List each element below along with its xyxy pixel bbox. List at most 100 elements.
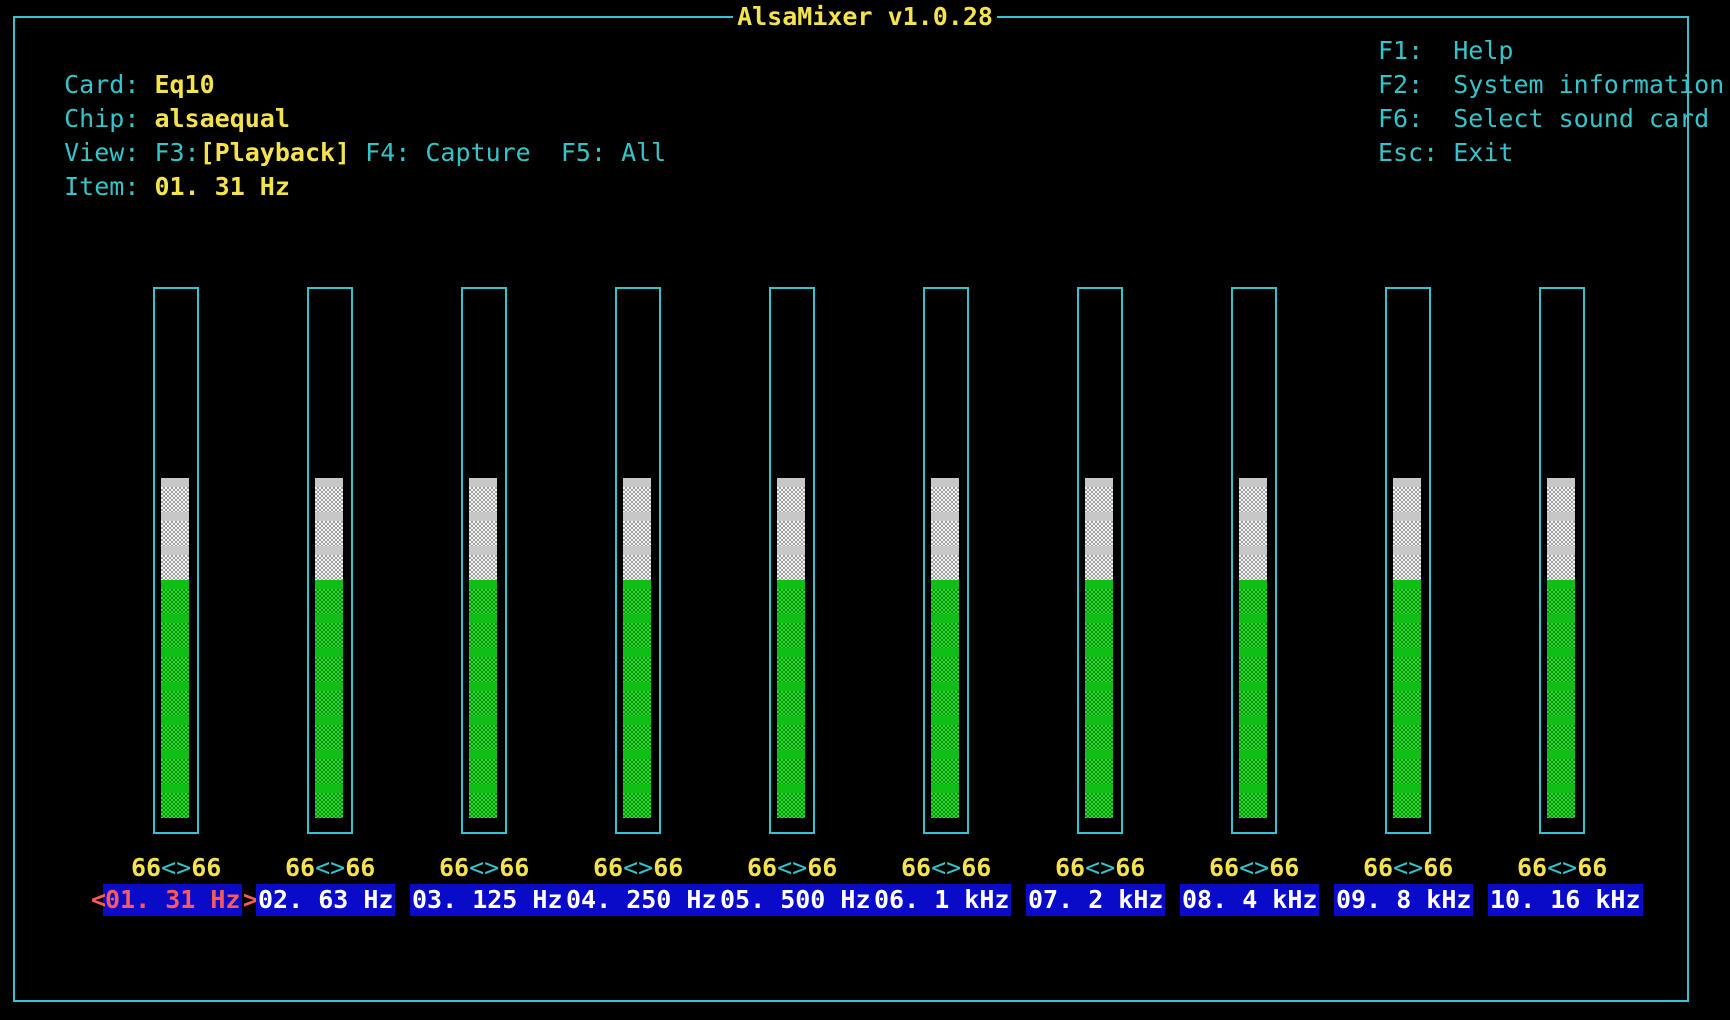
level-segment-green	[1393, 614, 1421, 648]
channel-separator: <>	[1239, 853, 1270, 882]
level-segment-green	[1547, 682, 1575, 716]
control-label[interactable]: 02. 63 Hz	[256, 884, 396, 916]
left-channel-value: 66	[285, 853, 316, 882]
level-segment-white	[1085, 478, 1113, 512]
level-bar	[1547, 478, 1575, 818]
level-segment-white	[1239, 512, 1267, 546]
level-segment-green	[469, 750, 497, 784]
level-bar	[1393, 478, 1421, 818]
view-capture-tab[interactable]: F4: Capture	[365, 138, 531, 167]
level-segment-green	[931, 750, 959, 784]
level-segment-white	[931, 478, 959, 512]
level-bar	[777, 478, 805, 818]
volume-slider[interactable]	[615, 287, 661, 834]
level-segment-white	[777, 512, 805, 546]
control-label[interactable]: 04. 250 Hz	[564, 884, 719, 916]
level-segment-green	[931, 580, 959, 614]
level-segment-white	[1393, 512, 1421, 546]
volume-slider[interactable]	[461, 287, 507, 834]
level-segment-green	[469, 784, 497, 818]
volume-slider[interactable]	[307, 287, 353, 834]
level-segment-green	[1239, 716, 1267, 750]
level-segment-green	[931, 716, 959, 750]
help-esc[interactable]: Esc: Exit	[1378, 136, 1513, 170]
level-segment-green	[623, 750, 651, 784]
level-segment-green	[623, 716, 651, 750]
volume-value: 66<>66	[131, 851, 221, 885]
volume-value: 66<>66	[747, 851, 837, 885]
control-label[interactable]: 06. 1 kHz	[872, 884, 1012, 916]
volume-value: 66<>66	[439, 851, 529, 885]
level-segment-white	[1085, 546, 1113, 580]
level-segment-green	[1547, 784, 1575, 818]
level-segment-green	[1085, 614, 1113, 648]
level-segment-green	[623, 648, 651, 682]
level-segment-green	[315, 716, 343, 750]
control-label[interactable]: 10. 16 kHz	[1488, 884, 1643, 916]
level-segment-white	[623, 478, 651, 512]
level-segment-green	[1393, 682, 1421, 716]
right-channel-value: 66	[961, 853, 992, 882]
level-segment-green	[315, 614, 343, 648]
level-segment-green	[623, 784, 651, 818]
volume-slider[interactable]	[923, 287, 969, 834]
level-segment-green	[315, 648, 343, 682]
level-segment-white	[1547, 478, 1575, 512]
control-label[interactable]: 01. 31 Hz	[103, 884, 243, 916]
help-f6[interactable]: F6: Select sound card	[1378, 102, 1709, 136]
level-bar	[931, 478, 959, 818]
volume-slider[interactable]	[1077, 287, 1123, 834]
level-segment-green	[931, 682, 959, 716]
level-segment-white	[931, 546, 959, 580]
control-label[interactable]: 09. 8 kHz	[1334, 884, 1474, 916]
level-segment-green	[777, 614, 805, 648]
channel-separator: <>	[1547, 853, 1578, 882]
level-segment-green	[469, 614, 497, 648]
level-segment-green	[777, 750, 805, 784]
level-bar	[161, 478, 189, 818]
level-segment-green	[1085, 784, 1113, 818]
help-f2[interactable]: F2: System information	[1378, 68, 1724, 102]
left-channel-value: 66	[1363, 853, 1394, 882]
item-info: Item: 01. 31 Hz	[34, 136, 290, 201]
right-channel-value: 66	[345, 853, 376, 882]
help-f1[interactable]: F1: Help	[1378, 34, 1513, 68]
level-segment-green	[1239, 648, 1267, 682]
app-title: AlsaMixer v1.0.28	[733, 0, 997, 34]
level-segment-white	[623, 546, 651, 580]
level-segment-green	[161, 614, 189, 648]
level-segment-green	[1085, 580, 1113, 614]
volume-slider[interactable]	[1539, 287, 1585, 834]
level-segment-green	[931, 614, 959, 648]
chip-info: Chip: alsaequal	[34, 68, 290, 133]
left-channel-value: 66	[1209, 853, 1240, 882]
right-channel-value: 66	[653, 853, 684, 882]
level-segment-green	[469, 716, 497, 750]
control-label[interactable]: 05. 500 Hz	[718, 884, 873, 916]
right-channel-value: 66	[1115, 853, 1146, 882]
level-segment-green	[1085, 750, 1113, 784]
control-label[interactable]: 07. 2 kHz	[1026, 884, 1166, 916]
item-value: 01. 31 Hz	[154, 172, 290, 201]
control-label[interactable]: 08. 4 kHz	[1180, 884, 1320, 916]
right-channel-value: 66	[191, 853, 222, 882]
level-segment-white	[1547, 512, 1575, 546]
level-segment-green	[161, 716, 189, 750]
volume-value: 66<>66	[1209, 851, 1299, 885]
volume-slider[interactable]	[1231, 287, 1277, 834]
level-segment-green	[931, 648, 959, 682]
level-segment-green	[623, 614, 651, 648]
level-segment-green	[1085, 682, 1113, 716]
volume-slider[interactable]	[153, 287, 199, 834]
level-segment-green	[161, 784, 189, 818]
volume-slider[interactable]	[1385, 287, 1431, 834]
control-label[interactable]: 03. 125 Hz	[410, 884, 565, 916]
level-bar	[1239, 478, 1267, 818]
level-segment-white	[777, 546, 805, 580]
level-segment-white	[623, 512, 651, 546]
volume-slider[interactable]	[769, 287, 815, 834]
left-channel-value: 66	[1517, 853, 1548, 882]
level-segment-white	[1393, 478, 1421, 512]
view-all-tab[interactable]: F5: All	[561, 138, 666, 167]
level-segment-white	[315, 478, 343, 512]
